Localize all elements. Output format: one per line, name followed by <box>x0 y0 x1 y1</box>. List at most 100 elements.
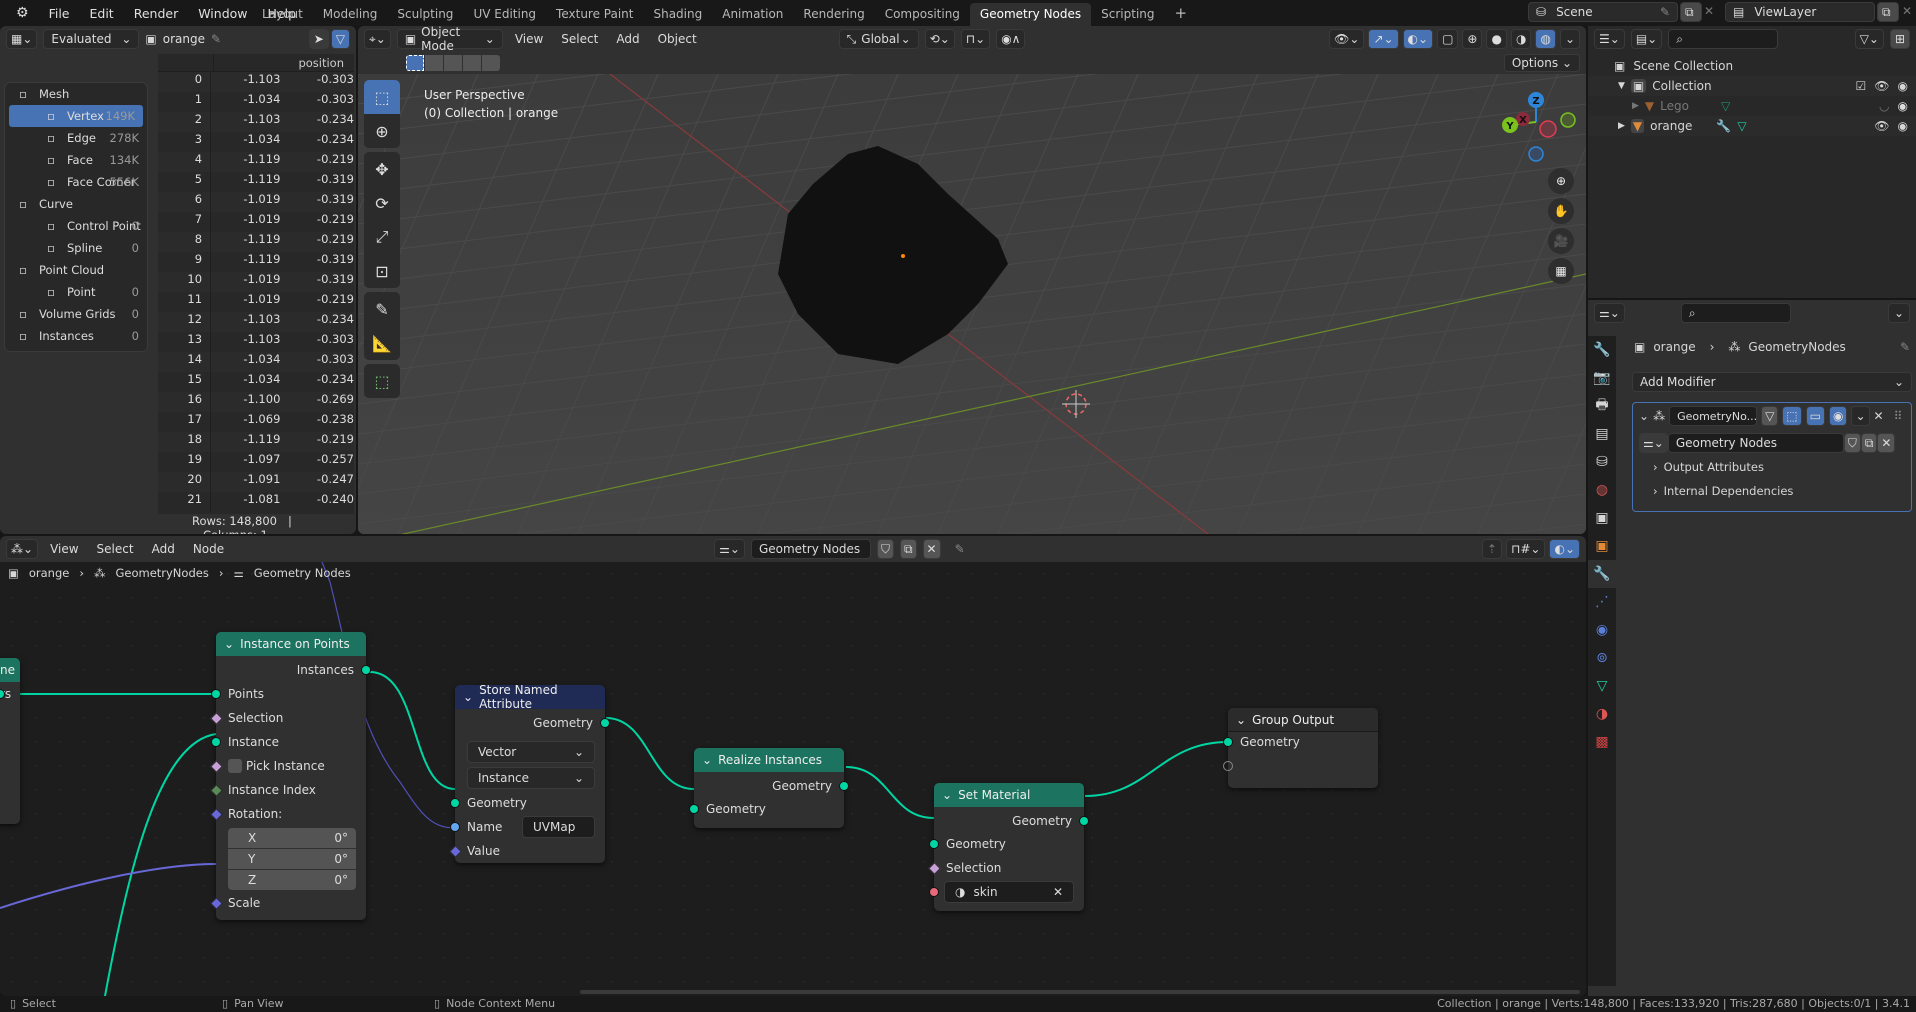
select-mode-new[interactable] <box>406 55 424 71</box>
internal-dependencies-panel[interactable]: › Internal Dependencies <box>1633 479 1911 503</box>
tab-layout[interactable]: Layout <box>252 3 313 26</box>
fake-user-button[interactable]: ⛉ <box>876 539 894 559</box>
select-box-tool[interactable]: ⬚ <box>364 80 400 114</box>
shading-material[interactable]: ◑ <box>1510 29 1532 49</box>
node-menu-view[interactable]: View <box>44 542 84 556</box>
perspective-grid-icon[interactable]: ▦ <box>1548 258 1574 284</box>
add-cube-tool[interactable]: ⬚ <box>364 364 400 398</box>
physics-tab-icon[interactable]: ◉ <box>1588 616 1616 644</box>
node-set-material[interactable]: ⌄ Set Material Geometry Geometry Selectio… <box>928 783 1089 911</box>
selected-only-toggle[interactable]: ➤ <box>308 29 329 49</box>
socket-geometry-in[interactable] <box>689 804 699 814</box>
modifier-tab-icon[interactable]: 🔧 <box>1588 560 1616 588</box>
expand-arrow-icon[interactable]: ▶ <box>1618 121 1625 131</box>
domain-item-edge[interactable]: ▫ Edge 278K <box>5 127 147 149</box>
transform-orientation-select[interactable]: ⤡ Global ⌄ <box>838 29 919 49</box>
data-tab-icon[interactable]: ▽ <box>1588 672 1616 700</box>
socket-geometry-out[interactable] <box>1079 816 1089 826</box>
parent-node-tree-button[interactable]: ⇡ <box>1481 539 1502 559</box>
new-scene-button[interactable]: ⧉ <box>1680 2 1702 22</box>
menu-edit[interactable]: Edit <box>79 6 123 21</box>
socket-material-in[interactable] <box>929 887 939 897</box>
node-instance-on-points[interactable]: ⌄ Instance on Points Instances Points Sel… <box>210 632 371 920</box>
overlay-toggle[interactable]: ◐⌄ <box>1402 29 1434 49</box>
add-workspace-button[interactable]: + <box>1165 3 1198 26</box>
viewport-menu-select[interactable]: Select <box>555 32 604 46</box>
eye-closed-icon[interactable]: ◡ <box>1879 99 1889 113</box>
output-attributes-panel[interactable]: › Output Attributes <box>1633 455 1911 479</box>
node-menu-node[interactable]: Node <box>187 542 230 556</box>
particles-tab-icon[interactable]: ⋰ <box>1588 588 1616 616</box>
visibility-button[interactable]: 👁⌄ <box>1329 29 1365 49</box>
socket-geometry-out[interactable] <box>600 718 610 728</box>
pivot-point-button[interactable]: ⟲⌄ <box>924 29 955 49</box>
socket-empty-in[interactable] <box>1223 761 1233 771</box>
collapse-chevron-icon[interactable]: ⌄ <box>463 690 473 704</box>
new-view-layer-button[interactable]: ⧉ <box>1877 2 1899 22</box>
checkbox-icon[interactable]: ☑ <box>1856 79 1867 93</box>
domain-item-point-cloud[interactable]: ▫ Point Cloud <box>5 259 147 281</box>
viewport-menu-view[interactable]: View <box>509 32 549 46</box>
pin-icon[interactable]: ✎ <box>1660 5 1670 19</box>
viewport-display-toggle[interactable]: ▭ <box>1805 406 1825 426</box>
node-group-browse-button[interactable]: ⚌⌄ <box>1639 433 1668 453</box>
domain-item-point[interactable]: ▫ Point 0 <box>5 281 147 303</box>
display-mode-button[interactable]: ▤⌄ <box>1630 29 1663 49</box>
properties-search-input[interactable]: ⌕ <box>1680 303 1791 323</box>
scene-selector[interactable]: ⛁ Scene ✎ <box>1528 2 1678 22</box>
domain-item-control-point[interactable]: ▫ Control Point 0 <box>5 215 147 237</box>
socket-instance-in[interactable] <box>211 737 221 747</box>
scene-tab-icon[interactable]: ⛁ <box>1588 448 1616 476</box>
socket-name-in[interactable] <box>450 822 460 832</box>
blender-logo-icon[interactable]: ⚙ <box>6 5 39 21</box>
filter-toggle[interactable]: ▽ <box>330 29 350 49</box>
delete-view-layer-button[interactable]: ✕ <box>1902 4 1912 18</box>
material-field[interactable]: ◑ skin ✕ <box>944 881 1074 903</box>
node-store-named-attribute[interactable]: ⌄ Store Named Attribute Geometry Vector ⌄ … <box>449 683 610 863</box>
node-header[interactable]: ⌄ Set Material <box>934 783 1084 807</box>
node-menu-select[interactable]: Select <box>91 542 140 556</box>
modifier-name-input[interactable]: GeometryNo... <box>1669 406 1757 426</box>
constraints-tab-icon[interactable]: ⊚ <box>1588 644 1616 672</box>
socket-geometry-in[interactable] <box>929 839 939 849</box>
pick-instance-checkbox[interactable] <box>228 759 242 773</box>
node-header[interactable]: ⌄ Group Output <box>1228 708 1378 732</box>
editor-type-button[interactable]: ⌖⌄ <box>364 29 391 49</box>
cage-toggle[interactable]: ⬚ <box>1782 406 1802 426</box>
socket-geometry-in[interactable] <box>1223 737 1233 747</box>
tab-geometry-nodes[interactable]: Geometry Nodes <box>969 3 1092 26</box>
pin-icon[interactable]: ✎ <box>955 542 965 556</box>
editor-type-button[interactable]: ▦⌄ <box>6 29 38 49</box>
node-tree-name-field[interactable]: Geometry Nodes <box>750 539 871 559</box>
socket-points-in[interactable] <box>211 689 221 699</box>
object-tab-icon[interactable]: ▣ <box>1588 532 1616 560</box>
domain-item-spline[interactable]: ▫ Spline 0 <box>5 237 147 259</box>
attribute-name-input[interactable]: UVMap <box>522 816 595 838</box>
eye-icon[interactable]: 👁 <box>1874 119 1889 133</box>
node-tree-browse-button[interactable]: ⚌⌄ <box>714 539 745 559</box>
outliner-scene-collection[interactable]: ▣ Scene Collection <box>1588 56 1916 76</box>
edit-mode-toggle[interactable]: ▽ <box>1761 406 1779 426</box>
fake-user-button[interactable]: ⛉ <box>1843 433 1861 453</box>
column-header-position[interactable]: position <box>214 54 354 71</box>
shading-rendered[interactable]: ◍ <box>1535 29 1556 49</box>
node-header[interactable]: ⌄ Realize Instances <box>694 748 844 772</box>
new-collection-button[interactable]: ⊞ <box>1889 29 1910 49</box>
properties-options-button[interactable]: ⌄ <box>1887 303 1910 323</box>
collapse-chevron-icon[interactable]: ⌄ <box>1236 713 1246 727</box>
delete-scene-button[interactable]: ✕ <box>1704 4 1714 18</box>
node-realize-instances[interactable]: ⌄ Realize Instances Geometry Geometry <box>689 748 849 828</box>
view-layer-selector[interactable]: ▤ ViewLayer <box>1725 2 1875 22</box>
collapse-chevron-icon[interactable]: ⌄ <box>942 788 952 802</box>
node-editor[interactable]: ⁂⌄ View Select Add Node ⚌⌄ Geometry Node… <box>0 536 1586 996</box>
rotation-y-field[interactable]: Y 0° <box>228 849 356 869</box>
proportional-edit-button[interactable]: ◉∧ <box>996 29 1026 49</box>
domain-item-face[interactable]: ▫ Face 134K <box>5 149 147 171</box>
node-group-name-field[interactable]: Geometry Nodes <box>1667 433 1844 453</box>
domain-item-mesh[interactable]: ▫ Mesh <box>5 83 147 105</box>
view-layer-tab-icon[interactable]: ▤ <box>1588 420 1616 448</box>
socket-instances-out[interactable] <box>361 665 371 675</box>
shading-solid[interactable]: ● <box>1486 29 1507 49</box>
select-mode-intersect[interactable] <box>482 55 500 71</box>
viewport-menu-add[interactable]: Add <box>610 32 645 46</box>
